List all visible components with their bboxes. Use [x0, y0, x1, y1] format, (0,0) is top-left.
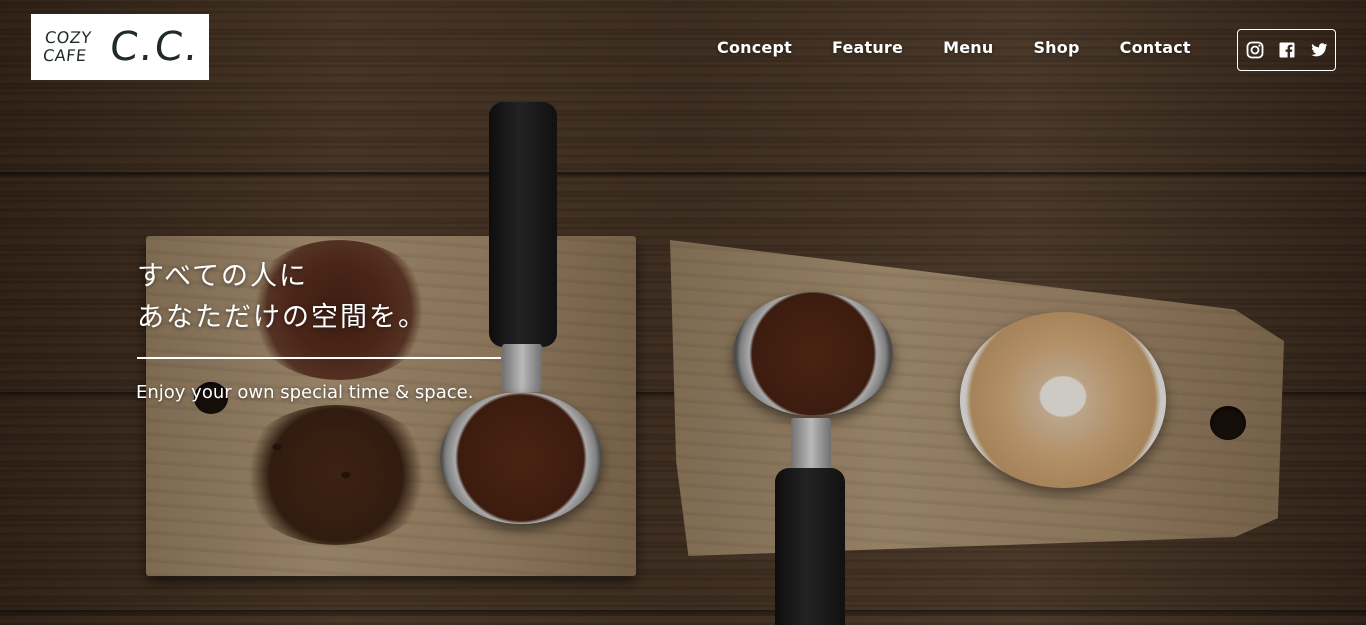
- hero-headline-line2: あなただけの空間を。: [137, 302, 427, 333]
- hero-divider: [137, 357, 501, 359]
- hero-subheadline: Enjoy your own special time & space.: [136, 382, 474, 403]
- nav-link-contact[interactable]: Contact: [1120, 38, 1191, 57]
- main-nav: Concept Feature Menu Shop Contact: [717, 38, 1231, 57]
- logo-cafe-text: CAFE: [42, 46, 88, 65]
- nav-link-concept[interactable]: Concept: [717, 38, 792, 57]
- nav-link-menu[interactable]: Menu: [943, 38, 993, 57]
- logo-cozy-text: COZY: [44, 28, 93, 47]
- twitter-link[interactable]: [1309, 40, 1329, 60]
- logo-cc-text: C.C.: [107, 24, 202, 70]
- facebook-link[interactable]: [1277, 40, 1297, 60]
- hero-headline: すべての人に あなただけの空間を。: [137, 256, 427, 338]
- social-links-box: [1237, 29, 1336, 71]
- instagram-icon: [1246, 41, 1263, 59]
- hero-headline-line1: すべての人に: [137, 261, 309, 292]
- nav-link-feature[interactable]: Feature: [832, 38, 903, 57]
- site-logo[interactable]: COZY CAFE C.C.: [31, 14, 209, 80]
- instagram-link[interactable]: [1245, 40, 1265, 60]
- nav-link-shop[interactable]: Shop: [1033, 38, 1079, 57]
- facebook-icon: [1279, 42, 1294, 58]
- logo-small-text: COZY CAFE: [42, 28, 108, 65]
- twitter-icon: [1310, 43, 1327, 57]
